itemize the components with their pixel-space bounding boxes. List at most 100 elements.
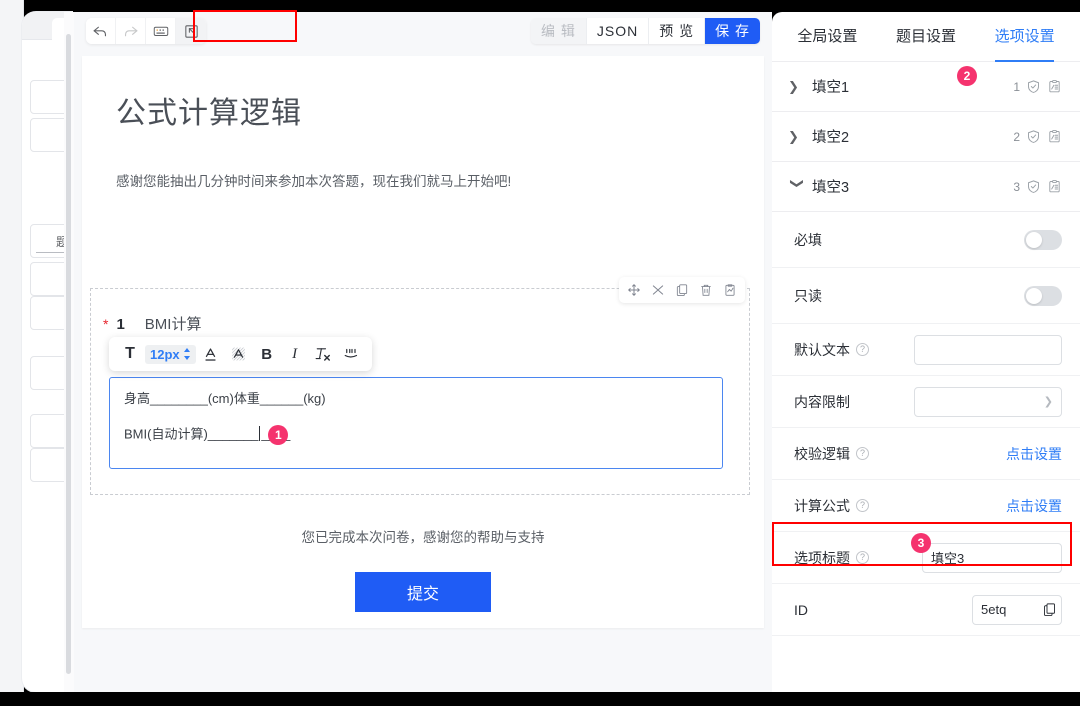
copy-icon[interactable] <box>671 280 693 300</box>
formula-clipboard-icon <box>1049 180 1060 193</box>
id-value: 5etq <box>981 602 1007 617</box>
chart-icon[interactable] <box>719 280 741 300</box>
text-format-icon[interactable]: T <box>117 342 143 366</box>
row-readonly: 只读 <box>772 268 1080 324</box>
bottom-strip <box>0 692 1080 706</box>
shield-check-icon <box>1028 130 1039 143</box>
editor-toolbar: 编 辑 JSON 预 览 保 存 <box>74 12 772 56</box>
step-badge-2: 2 <box>957 66 977 86</box>
app-window: 题 编 辑 JSON 预 览 保 存 公式计算逻辑 感谢您能抽出几分钟时间来参加… <box>0 0 1080 706</box>
import-arrow-icon[interactable] <box>176 18 206 44</box>
redo-arrow-icon[interactable] <box>116 18 146 44</box>
completion-text: 您已完成本次问卷，感谢您的帮助与支持 <box>301 530 545 545</box>
help-icon[interactable]: ? <box>856 499 869 512</box>
mode-json-button[interactable]: JSON <box>586 18 650 44</box>
italic-icon[interactable]: I <box>282 342 308 366</box>
formula-link[interactable]: 点击设置 <box>1006 496 1062 516</box>
far-left-rail <box>0 0 24 692</box>
row-label: ID <box>794 601 808 618</box>
keyboard-icon[interactable] <box>146 18 176 44</box>
row-label-text: 选项标题 <box>794 549 850 566</box>
readonly-toggle[interactable] <box>1024 285 1062 306</box>
help-icon[interactable]: ? <box>856 343 869 356</box>
mode-save-button[interactable]: 保 存 <box>705 18 760 44</box>
tab-question-settings[interactable]: 题目设置 <box>877 12 976 62</box>
row-content-limit: 内容限制 ❯ <box>772 376 1080 428</box>
editor-line-2-prefix: BMI(自动计算)_______ <box>124 426 259 442</box>
question-title: BMI计算 <box>144 316 202 333</box>
undo-arrow-icon[interactable] <box>86 18 116 44</box>
mode-switch-group: 编 辑 JSON 预 览 保 存 <box>530 18 760 44</box>
validate-logic-link[interactable]: 点击设置 <box>1006 444 1062 464</box>
group-row-tiankong2[interactable]: ❯ 填空2 2 <box>772 112 1080 162</box>
row-label: 内容限制 <box>794 393 850 410</box>
row-label-text: 计算公式 <box>794 497 850 514</box>
font-size-value: 12px <box>150 346 180 362</box>
delete-icon[interactable] <box>695 280 717 300</box>
quote-icon[interactable] <box>338 342 364 366</box>
row-label: 必填 <box>794 231 822 248</box>
row-label: 计算公式 ? <box>794 496 869 516</box>
row-default-text: 默认文本 ? <box>772 324 1080 376</box>
required-toggle[interactable] <box>1024 229 1062 250</box>
survey-paper: 公式计算逻辑 感谢您能抽出几分钟时间来参加本次答题，现在我们就马上开始吧! * … <box>82 56 764 628</box>
row-required: 必填 <box>772 212 1080 268</box>
help-icon[interactable]: ? <box>856 551 869 564</box>
help-icon[interactable]: ? <box>856 447 869 460</box>
default-text-input[interactable] <box>914 334 1062 365</box>
chevron-right-icon: ❯ <box>788 78 799 94</box>
id-field[interactable]: 5etq <box>972 594 1062 625</box>
question-text-editor[interactable]: 身高________(cm)体重______(kg) BMI(自动计算)____… <box>109 377 723 469</box>
tab-option-settings[interactable]: 选项设置 <box>975 12 1074 62</box>
highlight-icon[interactable] <box>226 342 252 366</box>
question-action-bar <box>619 277 745 303</box>
row-label-text: 默认文本 <box>794 341 850 358</box>
survey-footer: 您已完成本次问卷，感谢您的帮助与支持 提交 <box>82 526 764 612</box>
row-label: 默认文本 ? <box>794 340 869 360</box>
group-label: 填空3 <box>812 180 850 196</box>
step-badge-3: 3 <box>911 533 931 553</box>
group-meta: 3 <box>1013 179 1062 194</box>
clear-format-icon[interactable] <box>310 342 336 366</box>
vertical-scrollbar[interactable] <box>66 34 71 674</box>
group-count: 1 <box>1013 79 1020 94</box>
group-label: 填空1 <box>812 80 850 96</box>
question-number: 1 <box>116 316 125 333</box>
font-color-icon[interactable] <box>198 342 224 366</box>
content-limit-select[interactable]: ❯ <box>914 386 1062 417</box>
chevron-down-icon: ❯ <box>1043 396 1053 408</box>
group-count: 2 <box>1013 129 1020 144</box>
undo-redo-group <box>86 18 206 44</box>
move-icon[interactable] <box>623 280 645 300</box>
tab-global-settings[interactable]: 全局设置 <box>778 12 877 62</box>
submit-button[interactable]: 提交 <box>355 572 491 612</box>
bold-icon[interactable]: B <box>254 342 280 366</box>
font-size-stepper[interactable]: 12px <box>145 344 196 364</box>
group-row-tiankong3[interactable]: ❯ 填空3 3 <box>772 162 1080 212</box>
shuffle-icon[interactable] <box>647 280 669 300</box>
rich-text-toolbar: T 12px B I <box>109 337 372 371</box>
formula-clipboard-icon <box>1049 80 1060 93</box>
canvas-scroll-gutter <box>64 12 74 692</box>
row-formula: 计算公式 ? 点击设置 <box>772 480 1080 532</box>
editor-line-2: BMI(自动计算)___________1 <box>124 425 708 445</box>
settings-tabs: 全局设置 题目设置 选项设置 <box>772 12 1080 62</box>
editor-canvas: 编 辑 JSON 预 览 保 存 公式计算逻辑 感谢您能抽出几分钟时间来参加本次… <box>74 12 772 692</box>
question-header: * 1 BMI计算 <box>103 313 749 334</box>
group-row-tiankong1[interactable]: ❯ 填空1 1 <box>772 62 1080 112</box>
mode-preview-button[interactable]: 预 览 <box>649 18 706 44</box>
step-badge-1: 1 <box>268 425 289 445</box>
row-id: ID 5etq <box>772 584 1080 636</box>
row-label: 选项标题 ? <box>794 548 869 568</box>
copy-icon[interactable] <box>1042 602 1057 617</box>
row-label-text: 校验逻辑 <box>794 445 850 462</box>
question-block[interactable]: * 1 BMI计算 T 12px B I 身高________(cm)体重___… <box>90 277 750 495</box>
option-title-input[interactable] <box>922 542 1062 573</box>
survey-subtitle: 感谢您能抽出几分钟时间来参加本次答题，现在我们就马上开始吧! <box>116 174 512 189</box>
group-count: 3 <box>1013 179 1020 194</box>
chevron-right-icon: ❯ <box>788 128 799 144</box>
mode-edit-button[interactable]: 编 辑 <box>530 18 587 44</box>
group-meta: 2 <box>1013 129 1062 144</box>
settings-panel: 全局设置 题目设置 选项设置 ❯ 填空1 1 ❯ 填空2 2 ❯ 填空3 3 必… <box>772 12 1080 692</box>
shield-check-icon <box>1028 180 1039 193</box>
